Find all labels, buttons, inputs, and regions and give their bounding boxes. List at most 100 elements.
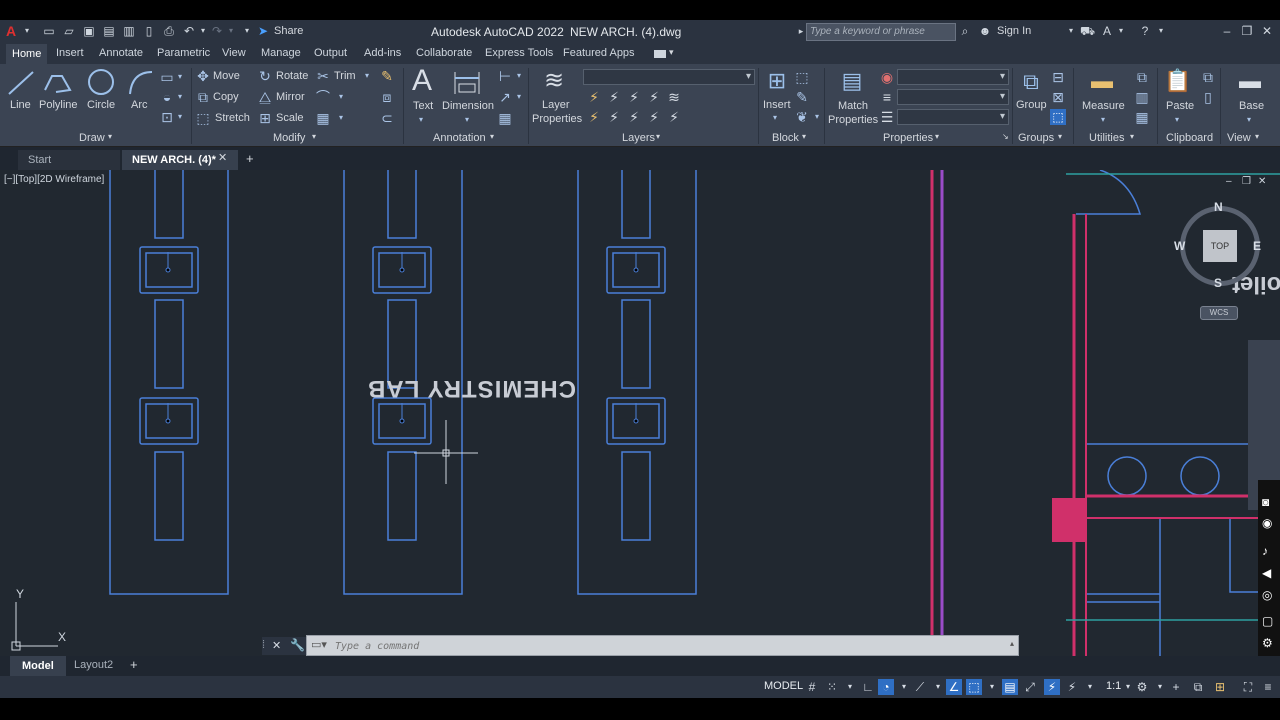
layer-lock-icon[interactable]: ⚡: [646, 89, 662, 105]
draw-panel-expand-icon[interactable]: ▾: [108, 132, 112, 141]
line-label[interactable]: Line: [10, 99, 31, 111]
move-icon[interactable]: ✥: [196, 68, 210, 84]
attributes-dropdown-icon[interactable]: ▾: [812, 109, 822, 125]
share-label[interactable]: Share: [274, 25, 303, 37]
block-panel-title[interactable]: Block: [772, 132, 799, 144]
ungroup-icon[interactable]: ⊟: [1050, 69, 1066, 85]
measure-icon[interactable]: ▬: [1086, 66, 1118, 96]
help-icon[interactable]: ?: [1138, 24, 1152, 38]
ribbon-toggle-icon[interactable]: [654, 50, 666, 58]
tab-start[interactable]: Start: [18, 150, 120, 170]
object-snap-icon[interactable]: ⬚: [966, 679, 982, 695]
layer-match-icon[interactable]: ≋: [666, 89, 682, 105]
new-layout-icon[interactable]: +: [130, 657, 138, 672]
command-grip-icon[interactable]: ⁞: [262, 639, 265, 651]
lineweight-icon[interactable]: ≡: [879, 89, 895, 105]
record-icon[interactable]: ◉: [1262, 516, 1272, 530]
viewcube-north[interactable]: N: [1214, 200, 1223, 214]
ortho-icon[interactable]: ∟: [860, 679, 876, 695]
isodraft-icon[interactable]: ⟋: [912, 679, 928, 695]
viewcube-south[interactable]: S: [1214, 276, 1222, 290]
properties-panel-expand-icon[interactable]: ▾: [935, 132, 939, 141]
quick-properties-icon[interactable]: ⊞: [1212, 679, 1228, 695]
layer-properties-icon[interactable]: ≋: [538, 66, 570, 96]
save-as-icon[interactable]: ▤: [102, 24, 116, 38]
polar-icon[interactable]: ◔: [878, 679, 894, 695]
modify-panel-title[interactable]: Modify: [273, 132, 305, 144]
fillet-dropdown-icon[interactable]: ▾: [336, 89, 346, 105]
layer-unisolate-icon[interactable]: ⚡: [606, 109, 622, 125]
base-dropdown-icon[interactable]: ▾: [1244, 112, 1254, 128]
layer-unlock-icon[interactable]: ⚡: [646, 109, 662, 125]
line-icon[interactable]: [6, 68, 36, 98]
viewport-minimize-icon[interactable]: –: [1226, 176, 1232, 187]
layer-thaw-icon[interactable]: ⚡: [626, 109, 642, 125]
close-icon[interactable]: ✕: [1260, 24, 1274, 38]
base-view-icon[interactable]: ▬: [1234, 66, 1266, 96]
view-panel-expand-icon[interactable]: ▾: [1255, 132, 1259, 141]
window-icon[interactable]: ▢: [1262, 614, 1273, 628]
arc-icon[interactable]: [126, 68, 156, 98]
ribbon-toggle-dropdown-icon[interactable]: ▾: [669, 47, 674, 58]
drawing-canvas[interactable]: [−][Top][2D Wireframe] CHEMISTRY LAB oil…: [0, 170, 1280, 656]
copy-icon[interactable]: ⧉: [196, 89, 210, 105]
tab-annotate[interactable]: Annotate: [99, 47, 143, 59]
tab-add-ins[interactable]: Add-ins: [364, 47, 401, 59]
autocad-logo-icon[interactable]: A: [4, 24, 18, 38]
mirror-label[interactable]: Mirror: [276, 91, 305, 103]
insert-dropdown-icon[interactable]: ▾: [770, 110, 780, 126]
linetype-icon[interactable]: ☰: [879, 109, 895, 125]
scale-label[interactable]: Scale: [276, 112, 304, 124]
mobile-save-icon[interactable]: ▯: [142, 24, 156, 38]
viewport-restore-icon[interactable]: ❐: [1242, 176, 1251, 187]
color-icon[interactable]: ◉: [879, 69, 895, 85]
polyline-label[interactable]: Polyline: [39, 99, 78, 111]
leader-dropdown-icon[interactable]: ▾: [514, 89, 524, 105]
tab-parametric[interactable]: Parametric: [157, 47, 210, 59]
sign-in-label[interactable]: Sign In: [997, 25, 1031, 37]
utilities-panel-expand-icon[interactable]: ▾: [1130, 132, 1134, 141]
tab-manage[interactable]: Manage: [261, 47, 301, 59]
restore-icon[interactable]: ❐: [1240, 24, 1254, 38]
microphone-icon[interactable]: ♪: [1262, 544, 1268, 558]
properties-panel-title[interactable]: Properties: [883, 132, 933, 144]
sign-in-dropdown-icon[interactable]: ▾: [1064, 24, 1078, 38]
wcs-menu[interactable]: WCS: [1200, 306, 1238, 320]
viewcube-west[interactable]: W: [1174, 239, 1185, 253]
app-dropdown-icon[interactable]: ▾: [1114, 24, 1128, 38]
paste-icon[interactable]: 📋: [1162, 66, 1194, 96]
rectangle-dropdown-icon[interactable]: ▾: [175, 69, 185, 85]
tab-insert[interactable]: Insert: [56, 47, 84, 59]
dimension-label[interactable]: Dimension: [442, 100, 494, 112]
boundary-icon[interactable]: ⊡: [160, 109, 174, 125]
hatch-dropdown-icon[interactable]: ▾: [175, 89, 185, 105]
array-dropdown-icon[interactable]: ▾: [336, 110, 346, 126]
workspace-gear-icon[interactable]: ⚙: [1134, 679, 1150, 695]
match-properties-icon[interactable]: ▤: [836, 66, 868, 96]
linear-icon[interactable]: ⊢: [497, 68, 513, 84]
model-space-toggle[interactable]: MODEL: [764, 680, 803, 692]
trim-label[interactable]: Trim: [334, 70, 356, 82]
insert-block-icon[interactable]: ⊞: [761, 66, 793, 96]
layer-on-icon[interactable]: ⚡: [586, 109, 602, 125]
modify-panel-expand-icon[interactable]: ▾: [312, 132, 316, 141]
select-all-icon[interactable]: ▥: [1134, 89, 1150, 105]
rectangle-icon[interactable]: ▭: [160, 69, 174, 85]
speaker-icon[interactable]: ◀: [1262, 566, 1271, 580]
stretch-icon[interactable]: ⬚: [196, 110, 210, 126]
customization-icon[interactable]: ≡: [1260, 679, 1276, 695]
plot-icon[interactable]: ⎙: [162, 24, 176, 38]
tab-collaborate[interactable]: Collaborate: [416, 47, 472, 59]
layout2-tab[interactable]: Layout2: [74, 659, 113, 671]
fillet-icon[interactable]: ⌒: [316, 89, 330, 105]
qat-customize-icon[interactable]: ▾: [240, 24, 254, 38]
group-selection-icon[interactable]: ⬚: [1050, 109, 1066, 125]
tab-output[interactable]: Output: [314, 47, 347, 59]
view-panel-title[interactable]: View: [1227, 132, 1251, 144]
autodesk-app-icon[interactable]: A: [1100, 24, 1114, 38]
object-snap-dropdown-icon[interactable]: ▾: [984, 679, 1000, 695]
arc-label[interactable]: Arc: [131, 99, 148, 111]
web-save-icon[interactable]: ▥: [122, 24, 136, 38]
polar-dropdown-icon[interactable]: ▾: [896, 679, 912, 695]
viewport-close-icon[interactable]: ✕: [1258, 176, 1266, 187]
